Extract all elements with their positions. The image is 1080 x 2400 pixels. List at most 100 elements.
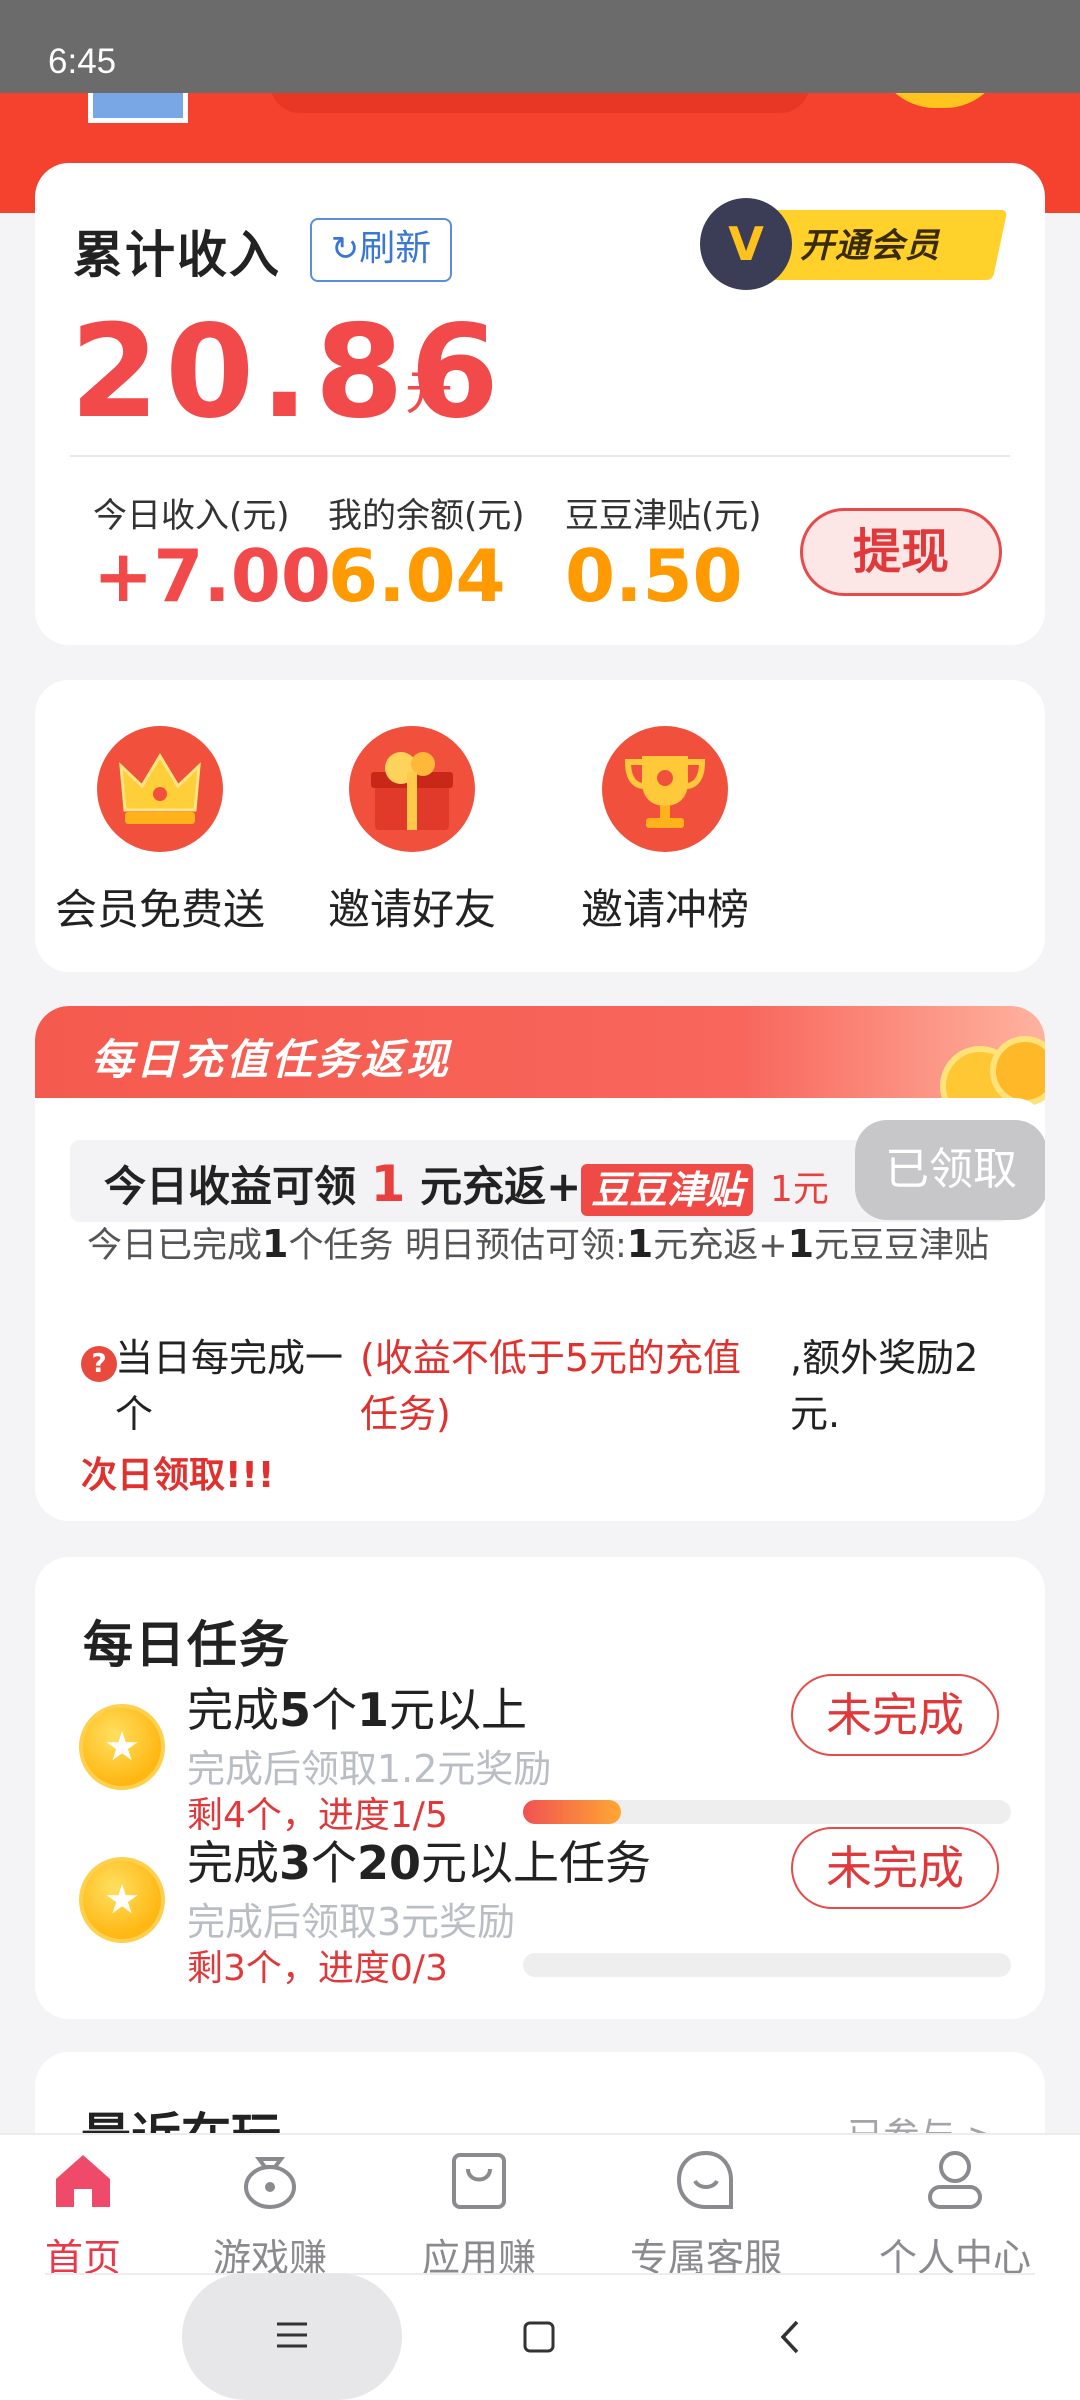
hero-coin-decoration <box>875 93 1005 108</box>
withdraw-button[interactable]: 提现 <box>800 508 1002 596</box>
menu-icon <box>277 2322 307 2348</box>
claim-number: 1 <box>370 1155 406 1213</box>
profile-icon <box>928 2151 982 2209</box>
game-bag-icon <box>244 2157 296 2209</box>
coin-icon: ★ <box>79 1857 165 1943</box>
daily-recharge-body: 今日收益可领 1 元充返+ 豆豆津贴 1元 已领取 今日已完成1个任务 明日预估可… <box>35 1098 1045 1521</box>
quick-action-label: 会员免费送 <box>54 885 265 934</box>
claim-prefix: 今日收益可领 <box>104 1162 357 1211</box>
total-income-title: 累计收入 <box>73 226 281 284</box>
daily-tasks-title: 每日任务 <box>83 1616 291 1674</box>
claim-bar: 今日收益可领 1 元充返+ 豆豆津贴 1元 已领取 <box>70 1120 1045 1222</box>
daily-recharge-card: 每日充值任务返现 今日收益可领 1 元充返+ 豆豆津贴 1元 已领取 今日已完成1… <box>35 1006 1045 1521</box>
quick-action-label: 邀请冲榜 <box>580 885 749 934</box>
task-name: 完成5个1元以上 <box>187 1674 527 1740</box>
bottom-tab-bar: 首页 游戏赚 应用赚 专属客服 个人中心 <box>0 2133 1080 2280</box>
tab-home[interactable]: 首页 <box>0 2145 183 2282</box>
allowance-badge: 豆豆津贴 <box>581 1163 754 1216</box>
forecast-prefix: 明日预估可领: <box>405 1226 627 1266</box>
stat-label: 今日收入(元) <box>93 496 290 536</box>
forecast-number-2: 1 <box>787 1222 815 1266</box>
completed-number: 1 <box>262 1222 289 1266</box>
badge-amount: 1元 <box>770 1169 829 1210</box>
divider <box>45 2273 1035 2275</box>
open-vip-button[interactable]: 开通会员 V <box>700 198 1008 290</box>
refresh-button[interactable]: ↻刷新 <box>310 218 452 282</box>
task-row: ★ 完成5个1元以上 完成后领取1.2元奖励 剩4个，进度1/5 未完成 <box>35 1674 1045 1844</box>
quick-actions-card: 会员免费送 邀请好友 邀请冲榜 <box>35 680 1045 972</box>
next-day-note: 次日领取!!! <box>81 1455 275 1496</box>
tab-customer-service[interactable]: 专属客服 <box>606 2145 806 2282</box>
claim-text: 今日收益可领 1 元充返+ 豆豆津贴 <box>104 1153 754 1216</box>
vip-logo-icon: V <box>700 198 792 290</box>
home-square-icon[interactable] <box>522 2320 556 2354</box>
rule-text-1: 当日每完成一个 <box>115 1336 344 1436</box>
allowance-stat: 豆豆津贴(元) 0.50 <box>565 488 762 613</box>
shopping-bag-icon <box>452 2153 506 2209</box>
task-progress-bar <box>523 1800 1011 1824</box>
vip-label: 开通会员 <box>800 226 940 266</box>
rule-text-3: ,额外奖励2元. <box>790 1336 979 1436</box>
today-income-stat: 今日收入(元) +7.00 <box>93 488 331 613</box>
task-reward: 完成后领取3元奖励 <box>187 1900 516 1944</box>
quick-action-invite-ranking[interactable]: 邀请冲榜 <box>545 726 785 937</box>
completed-prefix: 今日已完成 <box>87 1226 263 1266</box>
task-name-part: 元以上任务 <box>421 1836 652 1890</box>
back-icon[interactable] <box>775 2318 805 2356</box>
help-icon[interactable]: ? <box>81 1346 117 1382</box>
task-number: 5 <box>279 1683 312 1737</box>
tab-app-earn[interactable]: 应用赚 <box>379 2145 579 2282</box>
system-nav-bar <box>0 2273 1080 2400</box>
task-reward: 完成后领取1.2元奖励 <box>187 1747 552 1791</box>
daily-recharge-title: 每日充值任务返现 <box>91 1035 452 1084</box>
task-name: 完成3个20元以上任务 <box>187 1827 651 1893</box>
daily-recharge-header: 每日充值任务返现 <box>35 1006 1045 1126</box>
trophy-icon <box>602 726 728 852</box>
task-progress-text: 剩3个，进度0/3 <box>187 1948 448 1989</box>
daily-tasks-card: 每日任务 ★ 完成5个1元以上 完成后领取1.2元奖励 剩4个，进度1/5 未完… <box>35 1557 1045 2019</box>
quick-action-label: 邀请好友 <box>327 885 496 934</box>
income-summary-card: 累计收入 ↻刷新 开通会员 V 20.86 元 今日收入(元) +7.00 我的… <box>35 163 1045 645</box>
task-name-part: 个 <box>311 1836 358 1890</box>
divider <box>70 455 1010 457</box>
status-time: 6:45 <box>48 42 117 81</box>
menu-button[interactable] <box>182 2273 402 2400</box>
rule-text-2: (收益不低于5元的充值任务) <box>360 1336 742 1436</box>
stat-value: 6.04 <box>328 534 506 618</box>
task-name-part: 个 <box>311 1683 358 1737</box>
claim-mid: 元充返+ <box>420 1162 582 1211</box>
coin-icon: ★ <box>79 1704 165 1790</box>
tab-profile[interactable]: 个人中心 <box>855 2145 1055 2282</box>
hero-decoration <box>88 93 188 123</box>
task-name-part: 元以上 <box>389 1683 528 1737</box>
forecast-number-1: 1 <box>626 1222 654 1266</box>
task-status-button[interactable]: 未完成 <box>791 1674 999 1756</box>
task-row: ★ 完成3个20元以上任务 完成后领取3元奖励 剩3个，进度0/3 未完成 <box>35 1827 1045 1997</box>
gift-box-icon <box>349 726 475 852</box>
stat-label: 豆豆津贴(元) <box>565 496 762 536</box>
refresh-icon: ↻ <box>330 229 360 269</box>
balance-stat: 我的余额(元) 6.04 <box>328 488 525 613</box>
task-number: 3 <box>279 1836 312 1890</box>
task-progress-bar <box>523 1953 1011 1977</box>
quick-action-vip-free[interactable]: 会员免费送 <box>40 726 280 937</box>
tab-game-earn[interactable]: 游戏赚 <box>170 2145 370 2282</box>
total-income-unit: 元 <box>405 365 454 421</box>
stat-label: 我的余额(元) <box>328 496 525 536</box>
claimed-button[interactable]: 已领取 <box>855 1120 1045 1220</box>
task-number: 20 <box>357 1836 422 1890</box>
forecast-mid: 元充返+ <box>653 1226 788 1266</box>
home-icon <box>56 2155 110 2207</box>
stat-value: +7.00 <box>93 534 331 618</box>
task-name-part: 完成 <box>187 1683 279 1737</box>
task-name-part: 完成 <box>187 1836 279 1890</box>
stat-value: 0.50 <box>565 534 743 618</box>
hero-decoration <box>270 93 810 113</box>
status-bar: 6:45 HD 4G <box>0 0 1080 93</box>
forecast-info: 明日预估可领:1元充返+1元豆豆津贴 <box>405 1216 1010 1274</box>
task-status-button[interactable]: 未完成 <box>791 1827 999 1909</box>
quick-action-invite-friend[interactable]: 邀请好友 <box>292 726 532 937</box>
completed-suffix: 个任务 <box>288 1226 394 1266</box>
customer-service-icon <box>676 2150 733 2209</box>
refresh-label: 刷新 <box>359 228 432 269</box>
